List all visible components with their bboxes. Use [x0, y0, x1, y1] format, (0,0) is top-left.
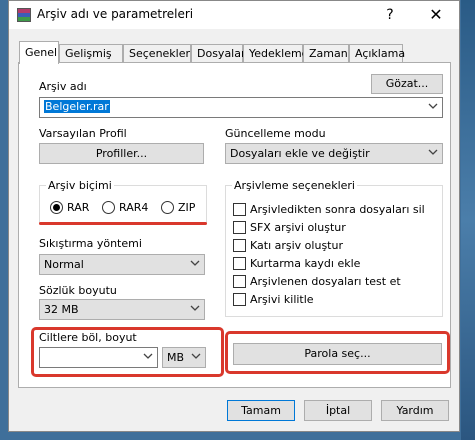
archive-name-value: Belgeler.rar — [44, 100, 110, 113]
chevron-down-icon — [428, 148, 438, 156]
test-archived-files-checkbox[interactable] — [233, 275, 246, 288]
add-recovery-record-checkbox[interactable] — [233, 257, 246, 270]
update-mode-value: Dosyaları ekle ve değiştir — [230, 147, 370, 160]
desktop-background — [461, 0, 475, 440]
default-profile-label: Varsayılan Profil — [39, 127, 127, 140]
set-password-button[interactable]: Parola seç... — [233, 343, 442, 365]
archive-name-label: Arşiv adı — [39, 80, 87, 93]
tab-genel[interactable]: Genel — [19, 41, 59, 64]
chevron-down-icon — [190, 304, 200, 312]
split-unit-value: MB — [167, 351, 185, 364]
tab-yedekleme[interactable]: Yedekleme — [243, 44, 308, 63]
format-rar-radio[interactable] — [50, 201, 63, 214]
chevron-down-icon — [190, 259, 200, 267]
cancel-button[interactable]: İptal — [304, 400, 372, 421]
delete-after-archiving-label[interactable]: Arşivledikten sonra dosyaları sil — [250, 203, 425, 216]
split-size-input[interactable] — [39, 347, 158, 368]
chevron-down-icon — [143, 352, 153, 360]
split-volumes-label: Ciltlere böl, boyut — [39, 331, 137, 344]
compression-method-label: Sıkıştırma yöntemi — [39, 237, 142, 250]
create-sfx-label[interactable]: SFX arşivi oluştur — [250, 221, 346, 234]
update-mode-select[interactable]: Dosyaları ekle ve değiştir — [225, 143, 443, 164]
format-highlight-underline — [39, 222, 207, 225]
window-title: Arşiv adı ve parametreleri — [37, 7, 194, 21]
general-tab-panel: Arşiv adı Gözat... Belgeler.rar Varsayıl… — [18, 62, 451, 388]
ok-button[interactable]: Tamam — [227, 400, 295, 421]
tab-dosyalar[interactable]: Dosyalar — [191, 44, 246, 63]
dictionary-size-label: Sözlük boyutu — [39, 284, 117, 297]
compression-method-value: Normal — [44, 258, 84, 271]
create-sfx-checkbox[interactable] — [233, 221, 246, 234]
tab-secenekler[interactable]: Seçenekler — [123, 44, 191, 63]
lock-archive-checkbox[interactable] — [233, 293, 246, 306]
chevron-down-icon — [428, 102, 438, 110]
archiving-options-title: Arşivleme seçenekleri — [232, 179, 357, 192]
lock-archive-label[interactable]: Arşivi kilitle — [250, 293, 314, 306]
create-solid-label[interactable]: Katı arşiv oluştur — [250, 239, 343, 252]
profiles-button[interactable]: Profiller... — [39, 143, 204, 164]
title-bar: Arşiv adı ve parametreleri ? ✕ — [9, 1, 459, 29]
compression-method-select[interactable]: Normal — [39, 254, 205, 275]
archive-dialog: Arşiv adı ve parametreleri ? ✕ Genel Gel… — [8, 0, 460, 432]
dictionary-size-value: 32 MB — [44, 303, 79, 316]
help-button[interactable]: Yardım — [381, 400, 449, 421]
winrar-app-icon — [17, 8, 31, 22]
chevron-down-icon — [191, 352, 201, 360]
format-rar4-label[interactable]: RAR4 — [119, 201, 148, 214]
archive-name-input[interactable]: Belgeler.rar — [39, 97, 443, 118]
dictionary-size-select[interactable]: 32 MB — [39, 299, 205, 320]
help-title-button[interactable]: ? — [367, 1, 413, 29]
add-recovery-record-label[interactable]: Kurtarma kaydı ekle — [250, 257, 360, 270]
tab-aciklama[interactable]: Açıklama — [349, 44, 405, 63]
format-rar4-radio[interactable] — [102, 201, 115, 214]
format-zip-label[interactable]: ZIP — [178, 201, 195, 214]
close-button[interactable]: ✕ — [413, 1, 459, 29]
format-rar-label[interactable]: RAR — [67, 201, 89, 214]
delete-after-archiving-checkbox[interactable] — [233, 203, 246, 216]
format-zip-radio[interactable] — [161, 201, 174, 214]
tab-gelismis[interactable]: Gelişmiş — [59, 44, 123, 63]
browse-button[interactable]: Gözat... — [371, 74, 443, 94]
update-mode-label: Güncelleme modu — [225, 127, 326, 140]
split-unit-select[interactable]: MB — [162, 347, 206, 368]
create-solid-checkbox[interactable] — [233, 239, 246, 252]
tab-zaman[interactable]: Zaman — [303, 44, 349, 63]
archive-format-title: Arşiv biçimi — [46, 179, 114, 192]
test-archived-files-label[interactable]: Arşivlenen dosyaları test et — [250, 275, 401, 288]
